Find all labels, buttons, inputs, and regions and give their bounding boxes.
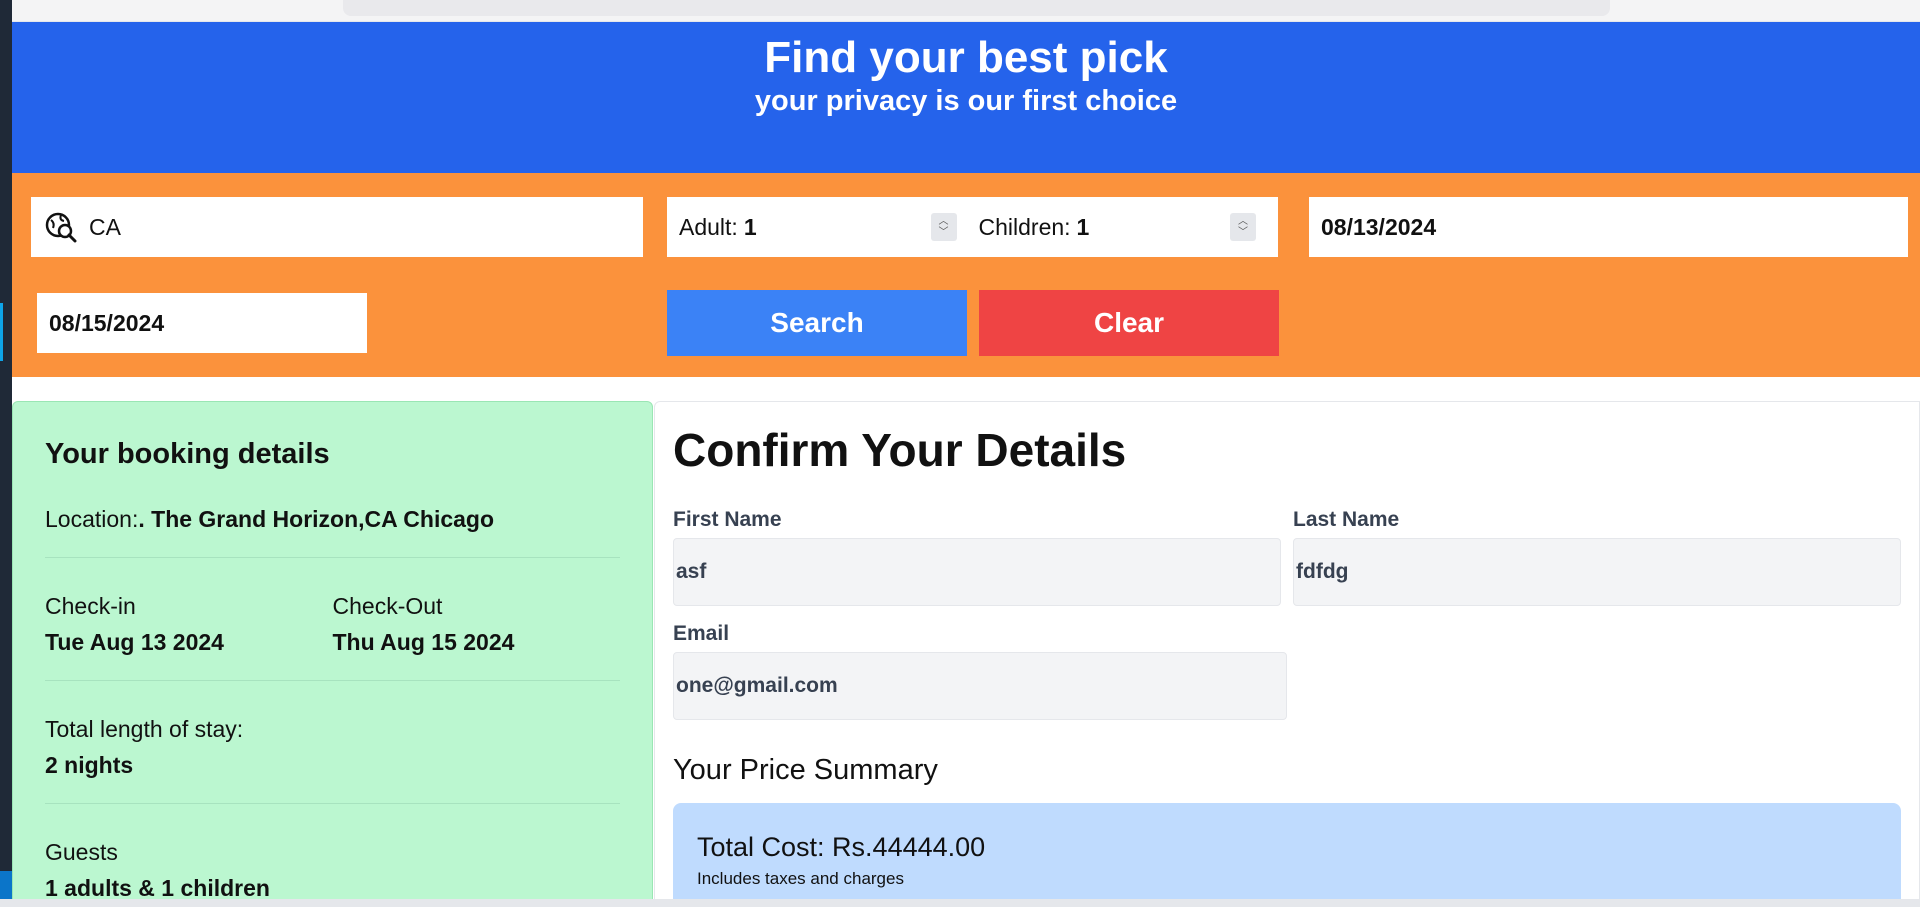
price-summary-box: Total Cost: Rs.44444.00 Includes taxes a… (673, 803, 1901, 907)
checkout-date-input[interactable]: 08/15/2024 (37, 293, 367, 353)
first-name-input[interactable]: asf (673, 538, 1281, 606)
location-input[interactable]: CA (89, 214, 121, 241)
price-summary-title: Your Price Summary (673, 754, 938, 786)
stay-row: Total length of stay: 2 nights (45, 711, 620, 804)
guests-row: Guests 1 adults & 1 children (45, 834, 620, 907)
checkin-value: Tue Aug 13 2024 (45, 629, 224, 655)
children-stepper[interactable]: ︿ ﹀ (1230, 213, 1256, 241)
total-cost: Total Cost: Rs.44444.00 (697, 832, 986, 862)
last-name-label: Last Name (1293, 508, 1400, 531)
chevron-down-icon[interactable]: ﹀ (1238, 227, 1248, 238)
adult-value[interactable]: 1 (744, 214, 757, 241)
search-button[interactable]: Search (667, 290, 967, 356)
edge-indicator (0, 303, 3, 361)
confirm-details-panel: Confirm Your Details First Name asf Last… (654, 401, 1920, 907)
address-bar[interactable] (343, 0, 1610, 16)
children-label: Children: (978, 213, 1071, 240)
total-cost-note: Includes taxes and charges (697, 869, 904, 888)
checkout-value: Thu Aug 15 2024 (332, 629, 515, 655)
email-input[interactable]: one@gmail.com (673, 652, 1287, 720)
dates-row: Check-in Tue Aug 13 2024 Check-Out Thu A… (45, 588, 620, 681)
checkout-block: Check-Out Thu Aug 15 2024 (333, 588, 621, 660)
location-label: Location: (45, 506, 139, 532)
guests-value: 1 adults & 1 children (45, 875, 270, 901)
location-search-icon (45, 212, 77, 243)
first-name-group: First Name asf (673, 508, 1281, 606)
chevron-up-icon[interactable]: ︿ (1238, 216, 1248, 227)
hero-subtitle: your privacy is our first choice (754, 85, 1178, 117)
hero-title: Find your best pick (764, 33, 1168, 82)
search-bar: CA Adult: 1 ︿ ﹀ Children: 1 ︿ ﹀ 08/13/20… (12, 173, 1920, 377)
stay-value: 2 nights (45, 752, 134, 778)
email-label: Email (673, 622, 730, 645)
location-value: . The Grand Horizon,CA Chicago (138, 506, 495, 532)
checkin-block: Check-in Tue Aug 13 2024 (45, 588, 333, 660)
guest-selector: Adult: 1 ︿ ﹀ Children: 1 ︿ ﹀ (667, 197, 1278, 257)
adult-field[interactable]: Adult: 1 ︿ ﹀ (679, 213, 979, 241)
confirm-title: Confirm Your Details (673, 424, 1127, 476)
last-name-group: Last Name fdfdg (1293, 508, 1901, 606)
last-name-input[interactable]: fdfdg (1293, 538, 1901, 606)
location-row: Location:. The Grand Horizon,CA Chicago (45, 501, 620, 558)
location-field[interactable]: CA (31, 197, 643, 257)
stay-label: Total length of stay: (45, 716, 244, 742)
adult-label: Adult: (679, 213, 738, 240)
left-window-edge (0, 0, 12, 907)
email-group: Email one@gmail.com (673, 622, 1287, 720)
booking-details-panel: Your booking details Location:. The Gran… (12, 401, 653, 907)
clear-button[interactable]: Clear (979, 290, 1279, 356)
name-fields: First Name asf Last Name fdfdg (673, 508, 1901, 606)
guests-label: Guests (45, 839, 118, 865)
checkin-label: Check-in (45, 593, 136, 619)
checkin-date-input[interactable]: 08/13/2024 (1309, 197, 1908, 257)
first-name-label: First Name (673, 508, 782, 531)
children-value[interactable]: 1 (1077, 214, 1090, 241)
hero-header: Find your best pick your privacy is our … (12, 22, 1920, 173)
children-field[interactable]: Children: 1 ︿ ﹀ (979, 213, 1279, 241)
adult-stepper[interactable]: ︿ ﹀ (930, 213, 957, 241)
chevron-up-icon[interactable]: ︿ (939, 216, 949, 227)
browser-toolbar (0, 0, 1920, 22)
taskbar-indicator (0, 871, 12, 901)
bottom-scrollbar[interactable] (0, 899, 1920, 907)
booking-details-title: Your booking details (45, 438, 330, 470)
checkout-label: Check-Out (332, 593, 443, 619)
chevron-down-icon[interactable]: ﹀ (939, 227, 949, 238)
